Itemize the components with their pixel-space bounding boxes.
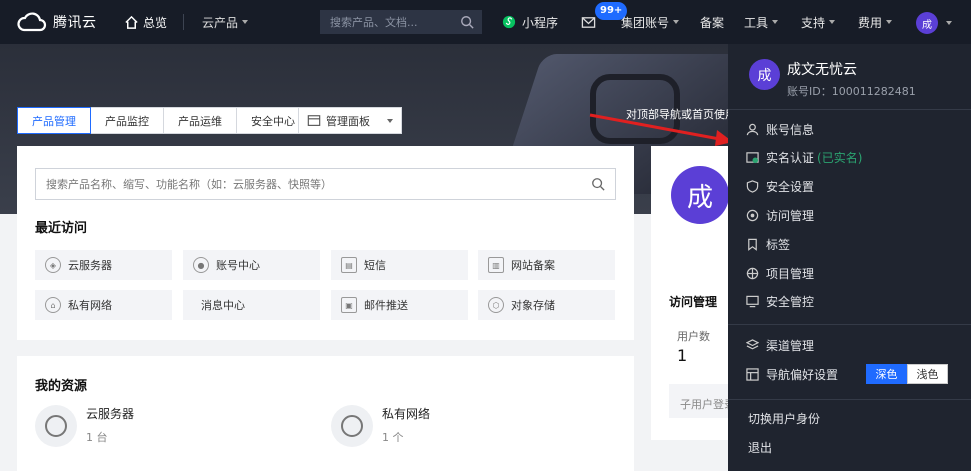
layers-icon — [746, 338, 759, 349]
dashboard-icon — [307, 114, 321, 126]
account-name: 成文无忧云 — [787, 62, 857, 78]
menu-project-management[interactable]: 项目管理 — [746, 263, 814, 283]
search-icon[interactable] — [460, 15, 474, 29]
message-button[interactable] — [581, 0, 596, 44]
menu-nav-preference: 导航偏好设置 — [746, 364, 838, 384]
resources-title: 我的资源 — [35, 379, 88, 394]
nav-group-account[interactable]: 集团账号 — [621, 0, 680, 44]
shield-icon — [746, 179, 759, 193]
tab-product-monitoring[interactable]: 产品监控 — [90, 107, 164, 134]
chevron-down-icon — [673, 20, 680, 24]
nav-tools[interactable]: 工具 — [744, 0, 779, 44]
recent-item-website-filing[interactable]: ▥ 网站备案 — [478, 250, 615, 280]
id-card-icon — [746, 151, 759, 163]
project-icon — [746, 267, 759, 279]
account-summary-card: 成 访问管理 用户数 1 子用户登录 — [651, 146, 731, 440]
resource-vpc[interactable]: 私有网络 1 个 — [331, 405, 430, 447]
nav-filing[interactable]: 备案 — [700, 0, 724, 44]
chevron-down-icon — [242, 20, 249, 24]
resource-cloud-server[interactable]: 云服务器 1 台 — [35, 405, 134, 447]
menu-account-info[interactable]: 账号信息 — [746, 119, 814, 139]
verified-status: (已实名) — [817, 150, 863, 165]
nav-products-menu[interactable]: 云产品 — [202, 14, 249, 31]
divider — [728, 399, 971, 400]
nav-overview[interactable]: 总览 — [124, 14, 167, 31]
cloud-server-icon: ◈ — [45, 257, 61, 273]
nav-mini-program[interactable]: 小程序 — [502, 0, 558, 44]
user-icon — [746, 123, 759, 135]
chevron-down-icon — [829, 20, 836, 24]
menu-security-control[interactable]: 安全管控 — [746, 291, 814, 311]
chevron-down-icon — [886, 20, 893, 24]
email-push-icon: ▣ — [341, 297, 357, 313]
menu-access-management[interactable]: 访问管理 — [746, 205, 814, 225]
user-center-icon: ● — [193, 257, 209, 273]
website-filing-icon: ▥ — [488, 257, 504, 273]
access-icon — [746, 209, 759, 221]
divider — [728, 324, 971, 325]
cloud-server-icon — [35, 405, 77, 447]
sms-icon: ▤ — [341, 257, 357, 273]
theme-toggle: 深色 浅色 — [866, 364, 948, 384]
logout-button[interactable]: 退出 — [748, 439, 772, 456]
product-search-input[interactable]: 搜索产品名称、缩写、功能名称（如：云服务器、快照等） — [35, 168, 616, 200]
theme-light-button[interactable]: 浅色 — [907, 364, 948, 384]
nav-support[interactable]: 支持 — [801, 0, 836, 44]
lock-icon — [331, 405, 373, 447]
mail-icon — [581, 16, 596, 28]
chevron-down-icon[interactable] — [946, 21, 952, 25]
recent-title: 最近访问 — [35, 221, 88, 236]
brand-name: 腾讯云 — [53, 15, 97, 31]
menu-channel-management[interactable]: 渠道管理 — [746, 335, 814, 355]
tab-product-ops[interactable]: 产品运维 — [163, 107, 237, 134]
recent-item-email-push[interactable]: ▣ 邮件推送 — [331, 290, 468, 320]
recent-item-message-center[interactable]: 消息中心 — [183, 290, 320, 320]
user-count-label: 用户数 — [677, 330, 710, 343]
account-id: 账号ID：100011282481 — [787, 85, 916, 98]
sub-user-login[interactable]: 子用户登录 — [669, 384, 731, 418]
view-tabs: 产品管理 产品监控 产品运维 安全中心 — [17, 107, 310, 134]
divider — [728, 109, 971, 110]
menu-security-settings[interactable]: 安全设置 — [746, 176, 814, 196]
recent-item-vpc[interactable]: ⌂ 私有网络 — [35, 290, 172, 320]
avatar: 成 — [749, 59, 780, 90]
recent-item-account-center[interactable]: ● 账号中心 — [183, 250, 320, 280]
theme-dark-button[interactable]: 深色 — [866, 364, 907, 384]
nav-divider — [183, 14, 185, 30]
avatar: 成 — [671, 166, 729, 224]
menu-real-name-auth[interactable]: 实名认证 (已实名) — [746, 147, 862, 167]
home-icon — [125, 15, 138, 29]
recent-item-sms[interactable]: ▤ 短信 — [331, 250, 468, 280]
user-avatar-button[interactable]: 成 — [916, 12, 938, 34]
bookmark-icon — [748, 238, 757, 251]
account-dropdown-panel: 成 成文无忧云 账号ID：100011282481 账号信息 实名认证 (已实名… — [728, 44, 971, 471]
tab-product-management[interactable]: 产品管理 — [17, 107, 91, 134]
switch-identity-button[interactable]: 切换用户身份 — [748, 410, 820, 427]
brand-logo[interactable]: 腾讯云 — [16, 12, 110, 32]
recent-item-object-storage[interactable]: ⬡ 对象存储 — [478, 290, 615, 320]
search-icon[interactable] — [591, 177, 605, 191]
cloud-logo-icon — [17, 12, 47, 32]
user-count-value: 1 — [677, 346, 688, 365]
menu-tags[interactable]: 标签 — [746, 234, 790, 254]
mini-program-icon — [502, 15, 516, 29]
my-resources-card: 我的资源 云服务器 1 台 私有网络 1 个 — [17, 356, 634, 471]
global-search-input[interactable]: 搜索产品、文档... — [320, 10, 482, 34]
nav-billing[interactable]: 费用 — [858, 0, 893, 44]
chevron-down-icon — [772, 20, 779, 24]
layout-icon — [746, 367, 759, 381]
chevron-down-icon — [387, 118, 393, 123]
recent-item-cloud-server[interactable]: ◈ 云服务器 — [35, 250, 172, 280]
vpc-icon: ⌂ — [45, 297, 61, 313]
annotation-arrow-icon — [589, 113, 733, 146]
dashboard-button[interactable]: 管理面板 — [298, 107, 402, 134]
product-search-card: 搜索产品名称、缩写、功能名称（如：云服务器、快照等） 最近访问 ◈ 云服务器 ● 账… — [17, 146, 634, 340]
access-management-title[interactable]: 访问管理 — [669, 293, 717, 310]
monitor-icon — [746, 295, 759, 307]
object-storage-icon: ⬡ — [488, 297, 504, 313]
